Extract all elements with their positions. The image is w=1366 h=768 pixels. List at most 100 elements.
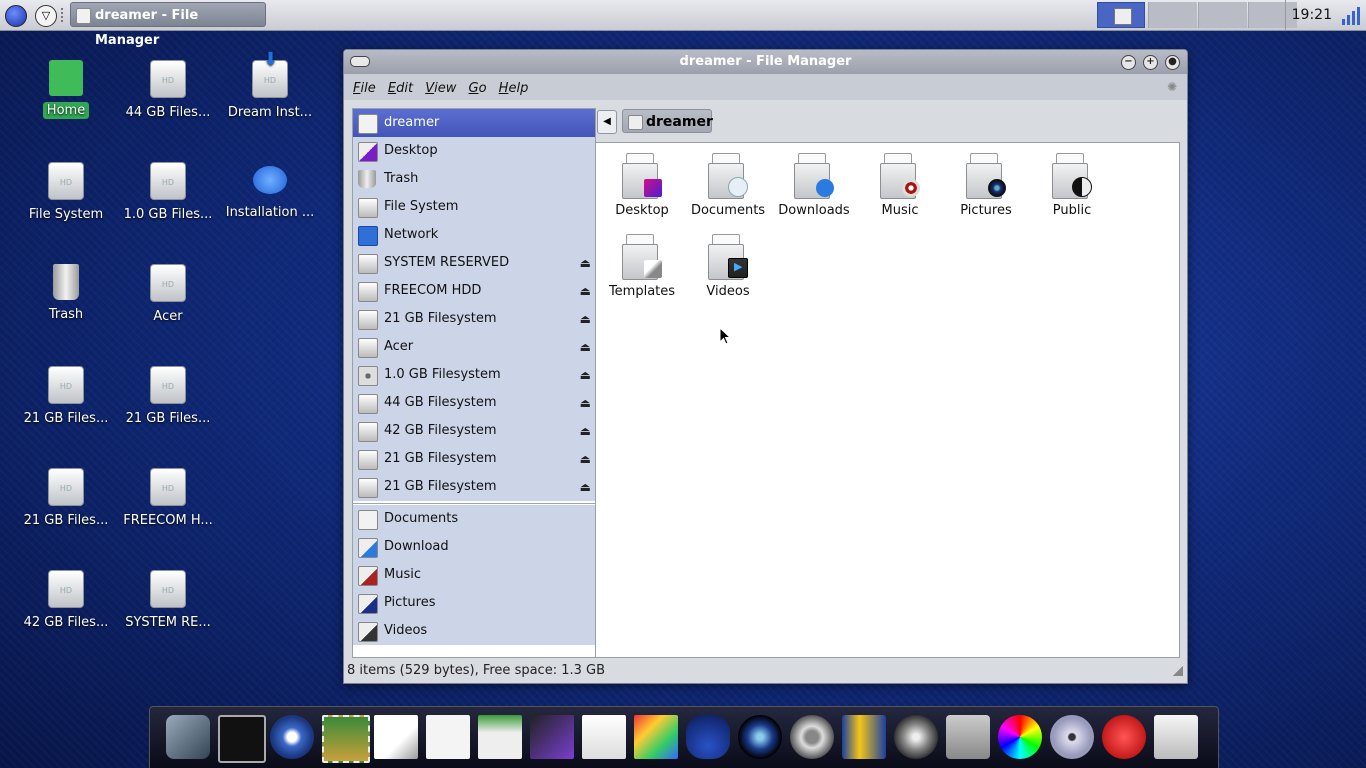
calculator-icon[interactable]: [946, 715, 990, 759]
folder-item[interactable]: Downloads: [771, 153, 857, 218]
desktop-icon-drive[interactable]: 21 GB Files...: [16, 468, 116, 529]
menu-orb-icon[interactable]: [5, 5, 27, 27]
sidebar-item-dreamer[interactable]: dreamer: [353, 109, 595, 137]
eject-icon[interactable]: ⏏: [580, 473, 591, 501]
eject-icon[interactable]: ⏏: [580, 249, 591, 277]
sidebar-item-pictures[interactable]: Pictures: [353, 589, 595, 617]
sidebar-item-volume[interactable]: FREECOM HDD ⏏: [353, 277, 595, 305]
pictures-folder-icon: [358, 594, 378, 614]
presentation-icon[interactable]: [530, 715, 574, 759]
path-crumb-dreamer[interactable]: dreamer: [622, 109, 713, 133]
mail-stamp-icon[interactable]: [322, 715, 370, 763]
eject-icon[interactable]: ⏏: [580, 417, 591, 445]
sidebar-item-file-system[interactable]: File System: [353, 193, 595, 221]
window-titlebar[interactable]: dreamer - File Manager − + ●: [344, 50, 1187, 74]
desktop-icon-drive[interactable]: 1.0 GB Files...: [118, 162, 218, 223]
desktop-icon-drive[interactable]: 42 GB Files...: [16, 570, 116, 631]
clock[interactable]: 19:21: [1284, 0, 1338, 30]
sidebar-item-volume[interactable]: SYSTEM RESERVED ⏏: [353, 249, 595, 277]
sidebar-item-trash[interactable]: Trash: [353, 165, 595, 193]
speaker-icon[interactable]: [894, 715, 938, 759]
eject-icon[interactable]: ⏏: [580, 333, 591, 361]
sidebar-item-volume[interactable]: 42 GB Filesystem ⏏: [353, 417, 595, 445]
eject-icon[interactable]: ⏏: [580, 389, 591, 417]
folder-item[interactable]: Pictures: [943, 153, 1029, 218]
workspace-2[interactable]: [1148, 2, 1197, 28]
desktop-icon-drive[interactable]: 44 GB Files...: [118, 60, 218, 121]
sidebar-item-label: Download: [384, 539, 449, 554]
menu-help[interactable]: Help: [495, 74, 533, 96]
desktop-icon-drive[interactable]: 21 GB Files...: [118, 366, 218, 427]
sidebar-item-volume[interactable]: Acer ⏏: [353, 333, 595, 361]
desktop-icon-trash[interactable]: Trash: [16, 264, 116, 323]
menu-file[interactable]: File: [349, 74, 380, 96]
desktop-icon-drive[interactable]: Acer: [118, 264, 218, 325]
taskbar-window-button[interactable]: dreamer - File Manager: [70, 2, 266, 48]
music-folder-icon: [880, 153, 920, 199]
menu-view[interactable]: View: [421, 74, 460, 96]
web-browser-icon[interactable]: [270, 715, 314, 759]
menu-go[interactable]: Go: [464, 74, 490, 96]
film-roll-icon[interactable]: [842, 715, 886, 759]
spreadsheet-icon[interactable]: [478, 715, 522, 759]
folder-item[interactable]: Documents: [685, 153, 771, 218]
resize-grip-icon[interactable]: [1173, 666, 1183, 676]
sidebar-item-desktop[interactable]: Desktop: [353, 137, 595, 165]
network-signal-icon[interactable]: [1342, 5, 1362, 25]
desktop-icon-dream-installer[interactable]: ⬇ Dream Inst...: [220, 49, 320, 121]
minimize-button[interactable]: −: [1121, 55, 1136, 70]
folder-item[interactable]: Desktop: [599, 153, 685, 218]
sidebar-item-music[interactable]: Music: [353, 561, 595, 589]
workspace-3[interactable]: [1198, 2, 1247, 28]
media-player-icon[interactable]: [166, 715, 210, 759]
sidebar-separator: [353, 503, 595, 504]
sidebar-item-documents[interactable]: Documents: [353, 505, 595, 533]
menu-edit[interactable]: Edit: [384, 74, 417, 96]
text-editor-icon[interactable]: [374, 715, 418, 759]
sidebar-item-volume[interactable]: 1.0 GB Filesystem ⏏: [353, 361, 595, 389]
paint-icon[interactable]: [634, 715, 678, 759]
window-menu-button[interactable]: [350, 56, 370, 67]
sidebar-item-volume[interactable]: 44 GB Filesystem ⏏: [353, 389, 595, 417]
camera-lens-icon[interactable]: [790, 715, 834, 759]
sidebar-item-volume[interactable]: 21 GB Filesystem ⏏: [353, 305, 595, 333]
file-view[interactable]: Desktop Documents Downloads Music Pictur…: [595, 142, 1180, 658]
desktop-icon-installation[interactable]: Installation ...: [220, 162, 320, 221]
desktop-icon-file-system[interactable]: File System: [16, 162, 116, 223]
desktop-icon-drive[interactable]: SYSTEM RE...: [118, 570, 218, 631]
path-back-button[interactable]: ◀: [597, 110, 617, 134]
folder-item[interactable]: ▶ Videos: [685, 234, 771, 299]
eject-icon[interactable]: ⏏: [580, 361, 591, 389]
dropdown-menu-icon[interactable]: ▽: [35, 5, 57, 27]
ink-bottle-icon[interactable]: [686, 715, 730, 759]
sidebar-item-volume[interactable]: 21 GB Filesystem ⏏: [353, 473, 595, 501]
desktop-icon-drive[interactable]: FREECOM H...: [118, 468, 218, 529]
eject-icon[interactable]: ⏏: [580, 445, 591, 473]
desktop-icon-home[interactable]: Home: [16, 60, 116, 119]
word-processor-icon[interactable]: [426, 715, 470, 759]
workspace-1[interactable]: [1097, 2, 1145, 28]
folder-item[interactable]: Music: [857, 153, 943, 218]
window-title: dreamer - File Manager: [679, 54, 852, 69]
apt-get-icon[interactable]: [1102, 715, 1146, 759]
sidebar-item-network[interactable]: Network: [353, 221, 595, 249]
eject-icon[interactable]: ⏏: [580, 305, 591, 333]
disc-burner-icon[interactable]: [1050, 715, 1094, 759]
videos-folder-icon: [358, 622, 378, 642]
folder-item[interactable]: Public: [1029, 153, 1115, 218]
folder-label: Videos: [706, 284, 750, 299]
media-lens-icon[interactable]: [738, 715, 782, 759]
file-manager-icon[interactable]: [1154, 715, 1198, 759]
desktop-icon-drive[interactable]: 21 GB Files...: [16, 366, 116, 427]
pdf-viewer-icon[interactable]: [582, 715, 626, 759]
eject-icon[interactable]: ⏏: [580, 277, 591, 305]
folder-item[interactable]: Templates: [599, 234, 685, 299]
sidebar-item-videos[interactable]: Videos: [353, 617, 595, 645]
path-crumb-label: dreamer: [646, 114, 713, 130]
sidebar-item-download[interactable]: Download: [353, 533, 595, 561]
sidebar-item-volume[interactable]: 21 GB Filesystem ⏏: [353, 445, 595, 473]
maximize-button[interactable]: +: [1143, 55, 1158, 70]
terminal-icon[interactable]: [218, 715, 266, 763]
color-picker-icon[interactable]: [998, 715, 1042, 759]
close-button[interactable]: ●: [1165, 55, 1180, 70]
